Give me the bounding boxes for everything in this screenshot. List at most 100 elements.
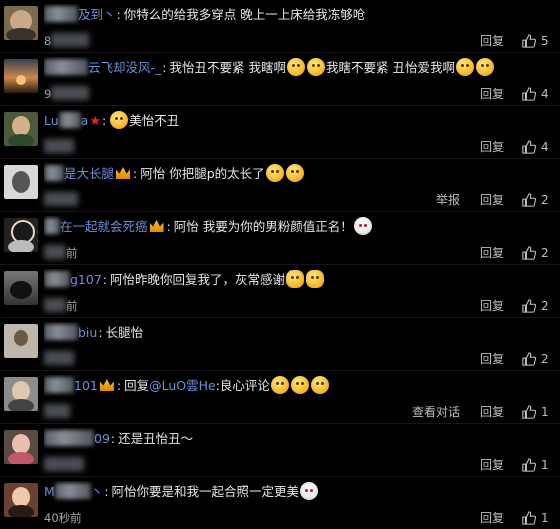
comment-text: 阿怡 你把腿p的太长了	[140, 166, 265, 181]
username[interactable]: 101	[74, 378, 98, 393]
avatar[interactable]	[4, 165, 38, 199]
timestamp: 40秒前	[44, 511, 82, 525]
comment-text: 美怡不丑	[129, 113, 180, 128]
comment-text: 阿怡昨晚你回复我了，灰常感谢	[110, 272, 286, 287]
comment-row: 云飞却没风-_: 我怡丑不要紧 我瞎啊 我瞎不要紧 丑怡爱我啊 9 回复 4	[0, 53, 560, 106]
avatar[interactable]	[4, 430, 38, 464]
like-count: 1	[541, 405, 549, 419]
crying-emoji-icon	[286, 58, 305, 76]
thumbs-up-icon	[522, 193, 536, 207]
comment-text: 你特么的给我多穿点 晚上一上床给我冻够呛	[123, 7, 366, 22]
thumbs-up-icon	[522, 299, 536, 313]
like-button[interactable]: 2	[522, 348, 552, 370]
avatar[interactable]	[4, 377, 38, 411]
like-count: 4	[541, 87, 549, 101]
reply-button[interactable]: 回复	[480, 136, 504, 158]
clapping-emoji-icon	[286, 270, 305, 288]
comment-row: 及到丶: 你特么的给我多穿点 晚上一上床给我冻够呛 8 回复 5	[0, 0, 560, 53]
shy-emoji-icon	[110, 111, 129, 129]
username[interactable]: biu	[78, 325, 97, 340]
username-suffix[interactable]: a	[81, 113, 89, 128]
like-count: 4	[541, 140, 549, 154]
username[interactable]: 是大长腿	[64, 166, 114, 181]
username[interactable]: M	[44, 484, 55, 499]
thumbs-up-icon	[522, 87, 536, 101]
username[interactable]: 及到丶	[78, 7, 116, 22]
comment-text: 阿怡你要是和我一起合照一定更美	[111, 484, 300, 499]
mention-link[interactable]: @LuO雲He	[149, 378, 216, 393]
comment-text: 阿怡 我要为你的男粉颜值正名！	[173, 219, 353, 234]
shy-emoji-icon	[270, 376, 289, 394]
comment-text: 我怡丑不要紧 我瞎啊	[169, 60, 286, 75]
thumbs-up-icon	[522, 511, 536, 525]
comment-text: 回复	[124, 378, 150, 393]
like-button[interactable]: 1	[522, 454, 552, 476]
avatar[interactable]	[4, 324, 38, 358]
comment-text-continued: 我瞎不要紧 丑怡爱我啊	[325, 60, 455, 75]
shy-emoji-icon	[455, 58, 474, 76]
like-button[interactable]: 2	[522, 242, 552, 264]
reply-button[interactable]: 回复	[480, 30, 504, 52]
shy-emoji-icon	[310, 376, 329, 394]
comment-row: M 丶: 阿怡你要是和我一起合照一定更美 40秒前 回复 1	[0, 477, 560, 529]
timestamp: 前	[66, 299, 78, 313]
comment-row: 09: 还是丑怡丑～ 回复 1	[0, 424, 560, 477]
reply-button[interactable]: 回复	[480, 507, 504, 529]
shy-emoji-icon	[475, 58, 494, 76]
reply-button[interactable]: 回复	[480, 189, 504, 211]
comment-row: 是大长腿: 阿怡 你把腿p的太长了 举报 回复 2	[0, 159, 560, 212]
thumbs-up-icon	[522, 34, 536, 48]
comment-text: 还是丑怡丑～	[118, 431, 194, 446]
reply-button[interactable]: 回复	[480, 242, 504, 264]
avatar[interactable]	[4, 218, 38, 252]
comment-row: Lu a★: 美怡不丑 回复 4	[0, 106, 560, 159]
report-button[interactable]: 举报	[436, 189, 460, 211]
like-button[interactable]: 1	[522, 401, 552, 423]
avatar[interactable]	[4, 112, 38, 146]
reply-button[interactable]: 回复	[480, 295, 504, 317]
crying-emoji-icon	[306, 58, 325, 76]
avatar[interactable]	[4, 271, 38, 305]
reply-button[interactable]: 回复	[480, 401, 504, 423]
crown-badge-icon	[99, 379, 114, 391]
like-button[interactable]: 2	[522, 295, 552, 317]
avatar[interactable]	[4, 6, 38, 40]
like-count: 2	[541, 246, 549, 260]
comment-row: g107: 阿怡昨晚你回复我了，灰常感谢 前 回复 2	[0, 265, 560, 318]
star-badge-icon: ★	[89, 114, 101, 129]
like-button[interactable]: 5	[522, 30, 552, 52]
avatar[interactable]	[4, 483, 38, 517]
like-count: 2	[541, 193, 549, 207]
comment-row: 101: 回复@LuO雲He:良心评论 查看对话 回复 1	[0, 371, 560, 424]
like-button[interactable]: 4	[522, 136, 552, 158]
like-count: 5	[541, 34, 549, 48]
timestamp: 9	[44, 87, 52, 101]
thumbs-up-icon	[522, 458, 536, 472]
username[interactable]: 云飞却没风-_	[88, 60, 161, 75]
username[interactable]: 09	[94, 431, 110, 446]
shy-emoji-icon	[290, 376, 309, 394]
reply-button[interactable]: 回复	[480, 454, 504, 476]
like-button[interactable]: 4	[522, 83, 552, 105]
reply-button[interactable]: 回复	[480, 348, 504, 370]
laughing-emoji-icon	[265, 164, 284, 182]
username[interactable]: 在一起就会死癌	[60, 219, 148, 234]
like-count: 1	[541, 511, 549, 525]
crown-badge-icon	[149, 220, 164, 232]
view-conversation-button[interactable]: 查看对话	[412, 401, 460, 423]
avatar[interactable]	[4, 59, 38, 93]
laughing-emoji-icon	[285, 164, 304, 182]
comment-text-continued: :良心评论	[215, 378, 270, 393]
like-button[interactable]: 1	[522, 507, 552, 529]
thumbs-up-icon	[522, 352, 536, 366]
reply-button[interactable]: 回复	[480, 83, 504, 105]
comment-text: 长腿怡	[105, 325, 144, 340]
thumbs-up-icon	[522, 140, 536, 154]
username[interactable]: g107	[70, 272, 102, 287]
like-button[interactable]: 2	[522, 189, 552, 211]
comment-list: 及到丶: 你特么的给我多穿点 晚上一上床给我冻够呛 8 回复 5 云飞却没风-_:…	[0, 0, 560, 529]
username[interactable]: Lu	[44, 113, 59, 128]
username-suffix[interactable]: 丶	[91, 484, 104, 499]
timestamp: 前	[66, 246, 78, 260]
thumbs-up-icon	[522, 405, 536, 419]
